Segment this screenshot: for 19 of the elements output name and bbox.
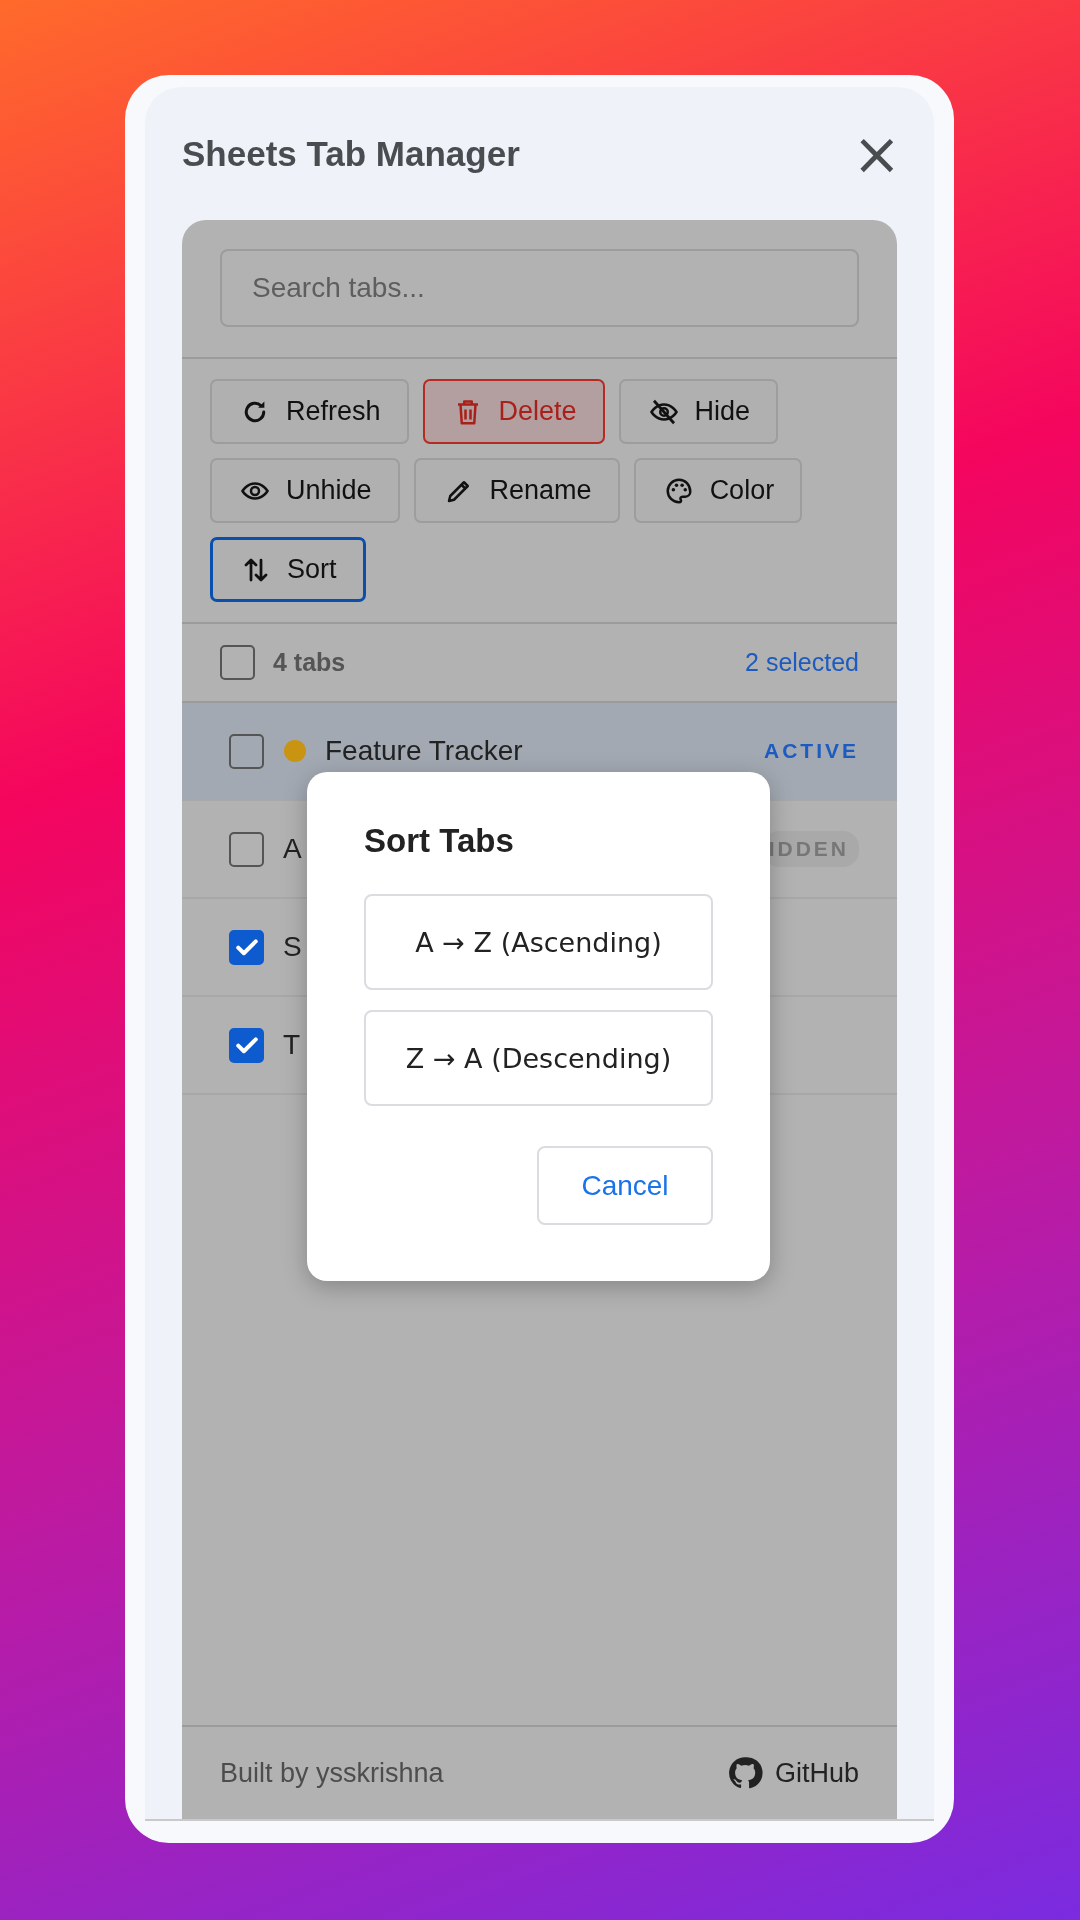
toolbar-button[interactable]: Color [633, 458, 803, 523]
status-label: ACTIVE [764, 739, 859, 763]
tab-count: 4 tabs [273, 648, 347, 677]
credit-text: Built by ysskrishna [220, 1757, 444, 1789]
github-link[interactable]: GitHub [726, 1755, 859, 1791]
toolbar-button[interactable]: Hide [618, 379, 779, 444]
cancel-button[interactable]: Cancel [537, 1146, 713, 1225]
toolbar-button[interactable]: Refresh [210, 379, 409, 444]
toolbar-button[interactable]: Rename [413, 458, 620, 523]
toolbar-button[interactable]: Unhide [210, 458, 400, 523]
selection-count: 2 selected [745, 648, 859, 677]
close-button[interactable]: × [852, 124, 901, 183]
sort-option-button[interactable]: A → Z (Ascending) [364, 894, 713, 990]
sort-option-button[interactable]: Z → A (Descending) [364, 1010, 713, 1106]
window-title: Sheets Tab Manager [182, 133, 520, 174]
search-field[interactable]: Search tabs... [220, 249, 859, 327]
tab-name[interactable]: Feature Tracker [325, 735, 764, 767]
toolbar-button[interactable]: Sort [210, 537, 366, 602]
dialog-title: Sort Tabs [364, 822, 515, 860]
